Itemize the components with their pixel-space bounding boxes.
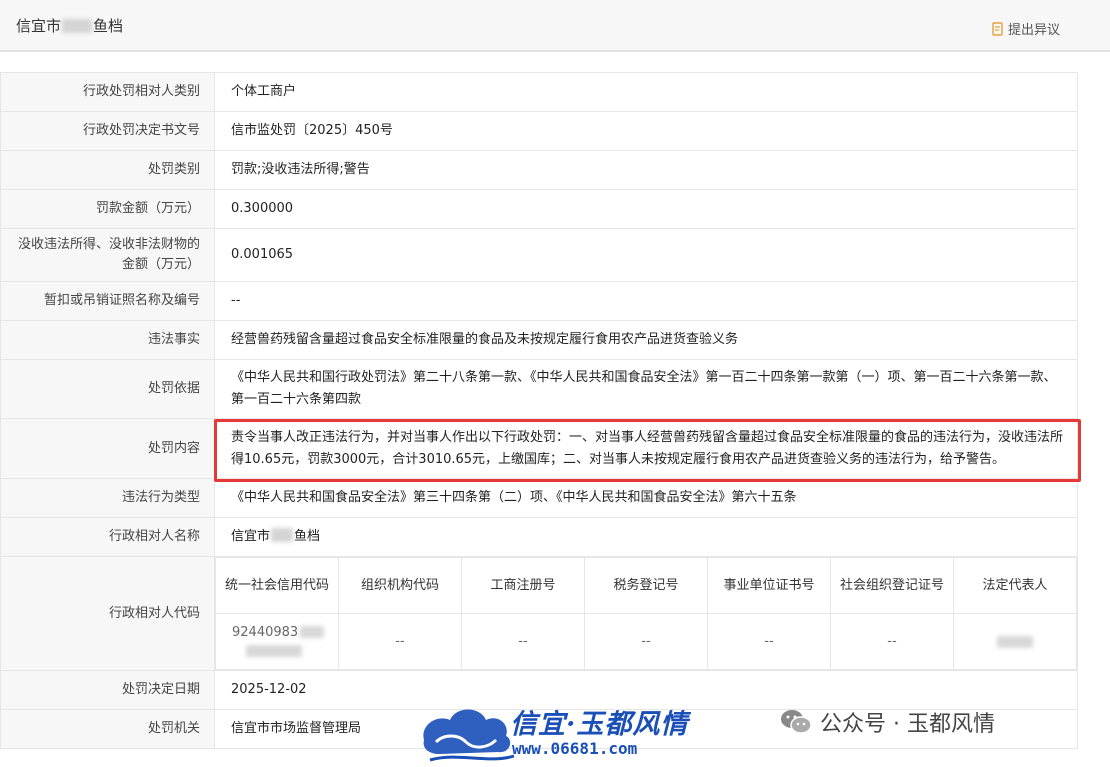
watermark-url: www.06681.com (512, 739, 638, 758)
codes-value: 92440983 (215, 613, 339, 670)
wechat-icon (781, 710, 812, 734)
wechat-label: 公众号 · 玉都风情 (820, 712, 995, 737)
page-header: 信宜市 鱼档 提出异议 (0, 0, 1110, 52)
row-key: 违法行为类型 (0, 478, 215, 518)
codes-value (953, 613, 1077, 670)
codes-value: -- (830, 613, 954, 670)
codes-value: -- (461, 613, 585, 670)
row-value: 信宜市 鱼档 (214, 517, 1078, 557)
row-value: 《中华人民共和国食品安全法》第三十四条第（二）项、《中华人民共和国食品安全法》第… (214, 478, 1078, 518)
row-key: 处罚内容 (0, 418, 215, 479)
row-value: 罚款;没收违法所得;警告 (214, 150, 1078, 190)
row-value: 信市监处罚〔2025〕450号 (214, 111, 1078, 151)
codes-header: 法定代表人 (953, 557, 1077, 614)
row-key: 没收违法所得、没收非法财物的金额（万元） (0, 228, 215, 282)
credit-code-partial: 92440983 (232, 624, 299, 640)
row-key: 处罚类别 (0, 150, 215, 190)
row-key: 行政相对人名称 (0, 517, 215, 557)
table-row: 违法事实 经营兽药残留含量超过食品安全标准限量的食品及未按规定履行食用农产品进货… (0, 320, 1078, 360)
table-row: 行政相对人代码 统一社会信用代码 组织机构代码 工商注册号 税务登记号 事业单位… (0, 556, 1078, 671)
row-key: 行政处罚决定书文号 (0, 111, 215, 151)
table-row: 违法行为类型 《中华人民共和国食品安全法》第三十四条第（二）项、《中华人民共和国… (0, 478, 1078, 518)
title-suffix: 鱼档 (93, 17, 124, 35)
codes-header-row: 统一社会信用代码 组织机构代码 工商注册号 税务登记号 事业单位证书号 社会组织… (215, 557, 1077, 614)
row-key: 罚款金额（万元） (0, 189, 215, 229)
row-value: 0.300000 (214, 189, 1078, 229)
objection-button[interactable]: 提出异议 (992, 19, 1060, 38)
codes-table: 统一社会信用代码 组织机构代码 工商注册号 税务登记号 事业单位证书号 社会组织… (215, 557, 1077, 670)
page-title: 信宜市 鱼档 (16, 15, 123, 36)
row-key: 行政处罚相对人类别 (0, 72, 215, 112)
row-key: 行政相对人代码 (0, 556, 215, 671)
wechat-account: 公众号 · 玉都风情 (780, 706, 995, 738)
detail-table: 行政处罚相对人类别 个体工商户 行政处罚决定书文号 信市监处罚〔2025〕450… (0, 72, 1078, 749)
codes-header: 组织机构代码 (338, 557, 462, 614)
row-key: 处罚依据 (0, 359, 215, 419)
codes-value: -- (338, 613, 462, 670)
table-row: 行政相对人名称 信宜市 鱼档 (0, 517, 1078, 557)
table-row: 暂扣或吊销证照名称及编号 -- (0, 281, 1078, 321)
row-key: 处罚决定日期 (0, 670, 215, 710)
codes-header: 社会组织登记证号 (830, 557, 954, 614)
watermark-brand: 信宜·玉都风情 (510, 709, 689, 740)
value-suffix: 鱼档 (294, 529, 321, 544)
codes-header: 事业单位证书号 (707, 557, 831, 614)
table-row: 行政处罚决定书文号 信市监处罚〔2025〕450号 (0, 111, 1078, 151)
row-key: 违法事实 (0, 320, 215, 360)
redacted-name (62, 19, 93, 33)
row-value: 责令当事人改正违法行为，并对当事人作出以下行政处罚：一、对当事人经营兽药残留含量… (214, 418, 1078, 479)
codes-value: -- (584, 613, 708, 670)
row-value: -- (214, 281, 1078, 321)
row-value: 0.001065 (214, 228, 1078, 282)
redacted-name (271, 528, 294, 542)
document-edit-icon (992, 21, 1004, 36)
row-key: 处罚机关 (0, 709, 215, 749)
codes-header: 统一社会信用代码 (215, 557, 339, 614)
redacted-code (300, 626, 325, 638)
table-row: 处罚内容 责令当事人改正违法行为，并对当事人作出以下行政处罚：一、对当事人经营兽… (0, 418, 1078, 479)
codes-cell: 统一社会信用代码 组织机构代码 工商注册号 税务登记号 事业单位证书号 社会组织… (214, 556, 1078, 671)
table-row: 处罚类别 罚款;没收违法所得;警告 (0, 150, 1078, 190)
row-value: 个体工商户 (214, 72, 1078, 112)
row-key: 暂扣或吊销证照名称及编号 (0, 281, 215, 321)
codes-header: 工商注册号 (461, 557, 585, 614)
title-prefix: 信宜市 (16, 17, 62, 35)
table-row: 行政处罚相对人类别 个体工商户 (0, 72, 1078, 112)
redacted-representative (997, 635, 1033, 648)
table-row: 没收违法所得、没收非法财物的金额（万元） 0.001065 (0, 228, 1078, 282)
redacted-code (246, 645, 302, 657)
row-value: 《中华人民共和国行政处罚法》第二十八条第一款、《中华人民共和国食品安全法》第一百… (214, 359, 1078, 419)
codes-value-row: 92440983 -- -- -- -- -- (215, 613, 1077, 670)
table-row: 处罚依据 《中华人民共和国行政处罚法》第二十八条第一款、《中华人民共和国食品安全… (0, 359, 1078, 419)
row-value: 经营兽药残留含量超过食品安全标准限量的食品及未按规定履行食用农产品进货查验义务 (214, 320, 1078, 360)
codes-value: -- (707, 613, 831, 670)
table-row: 罚款金额（万元） 0.300000 (0, 189, 1078, 229)
objection-label: 提出异议 (1007, 23, 1060, 38)
codes-header: 税务登记号 (584, 557, 708, 614)
value-prefix: 信宜市 (231, 529, 271, 544)
